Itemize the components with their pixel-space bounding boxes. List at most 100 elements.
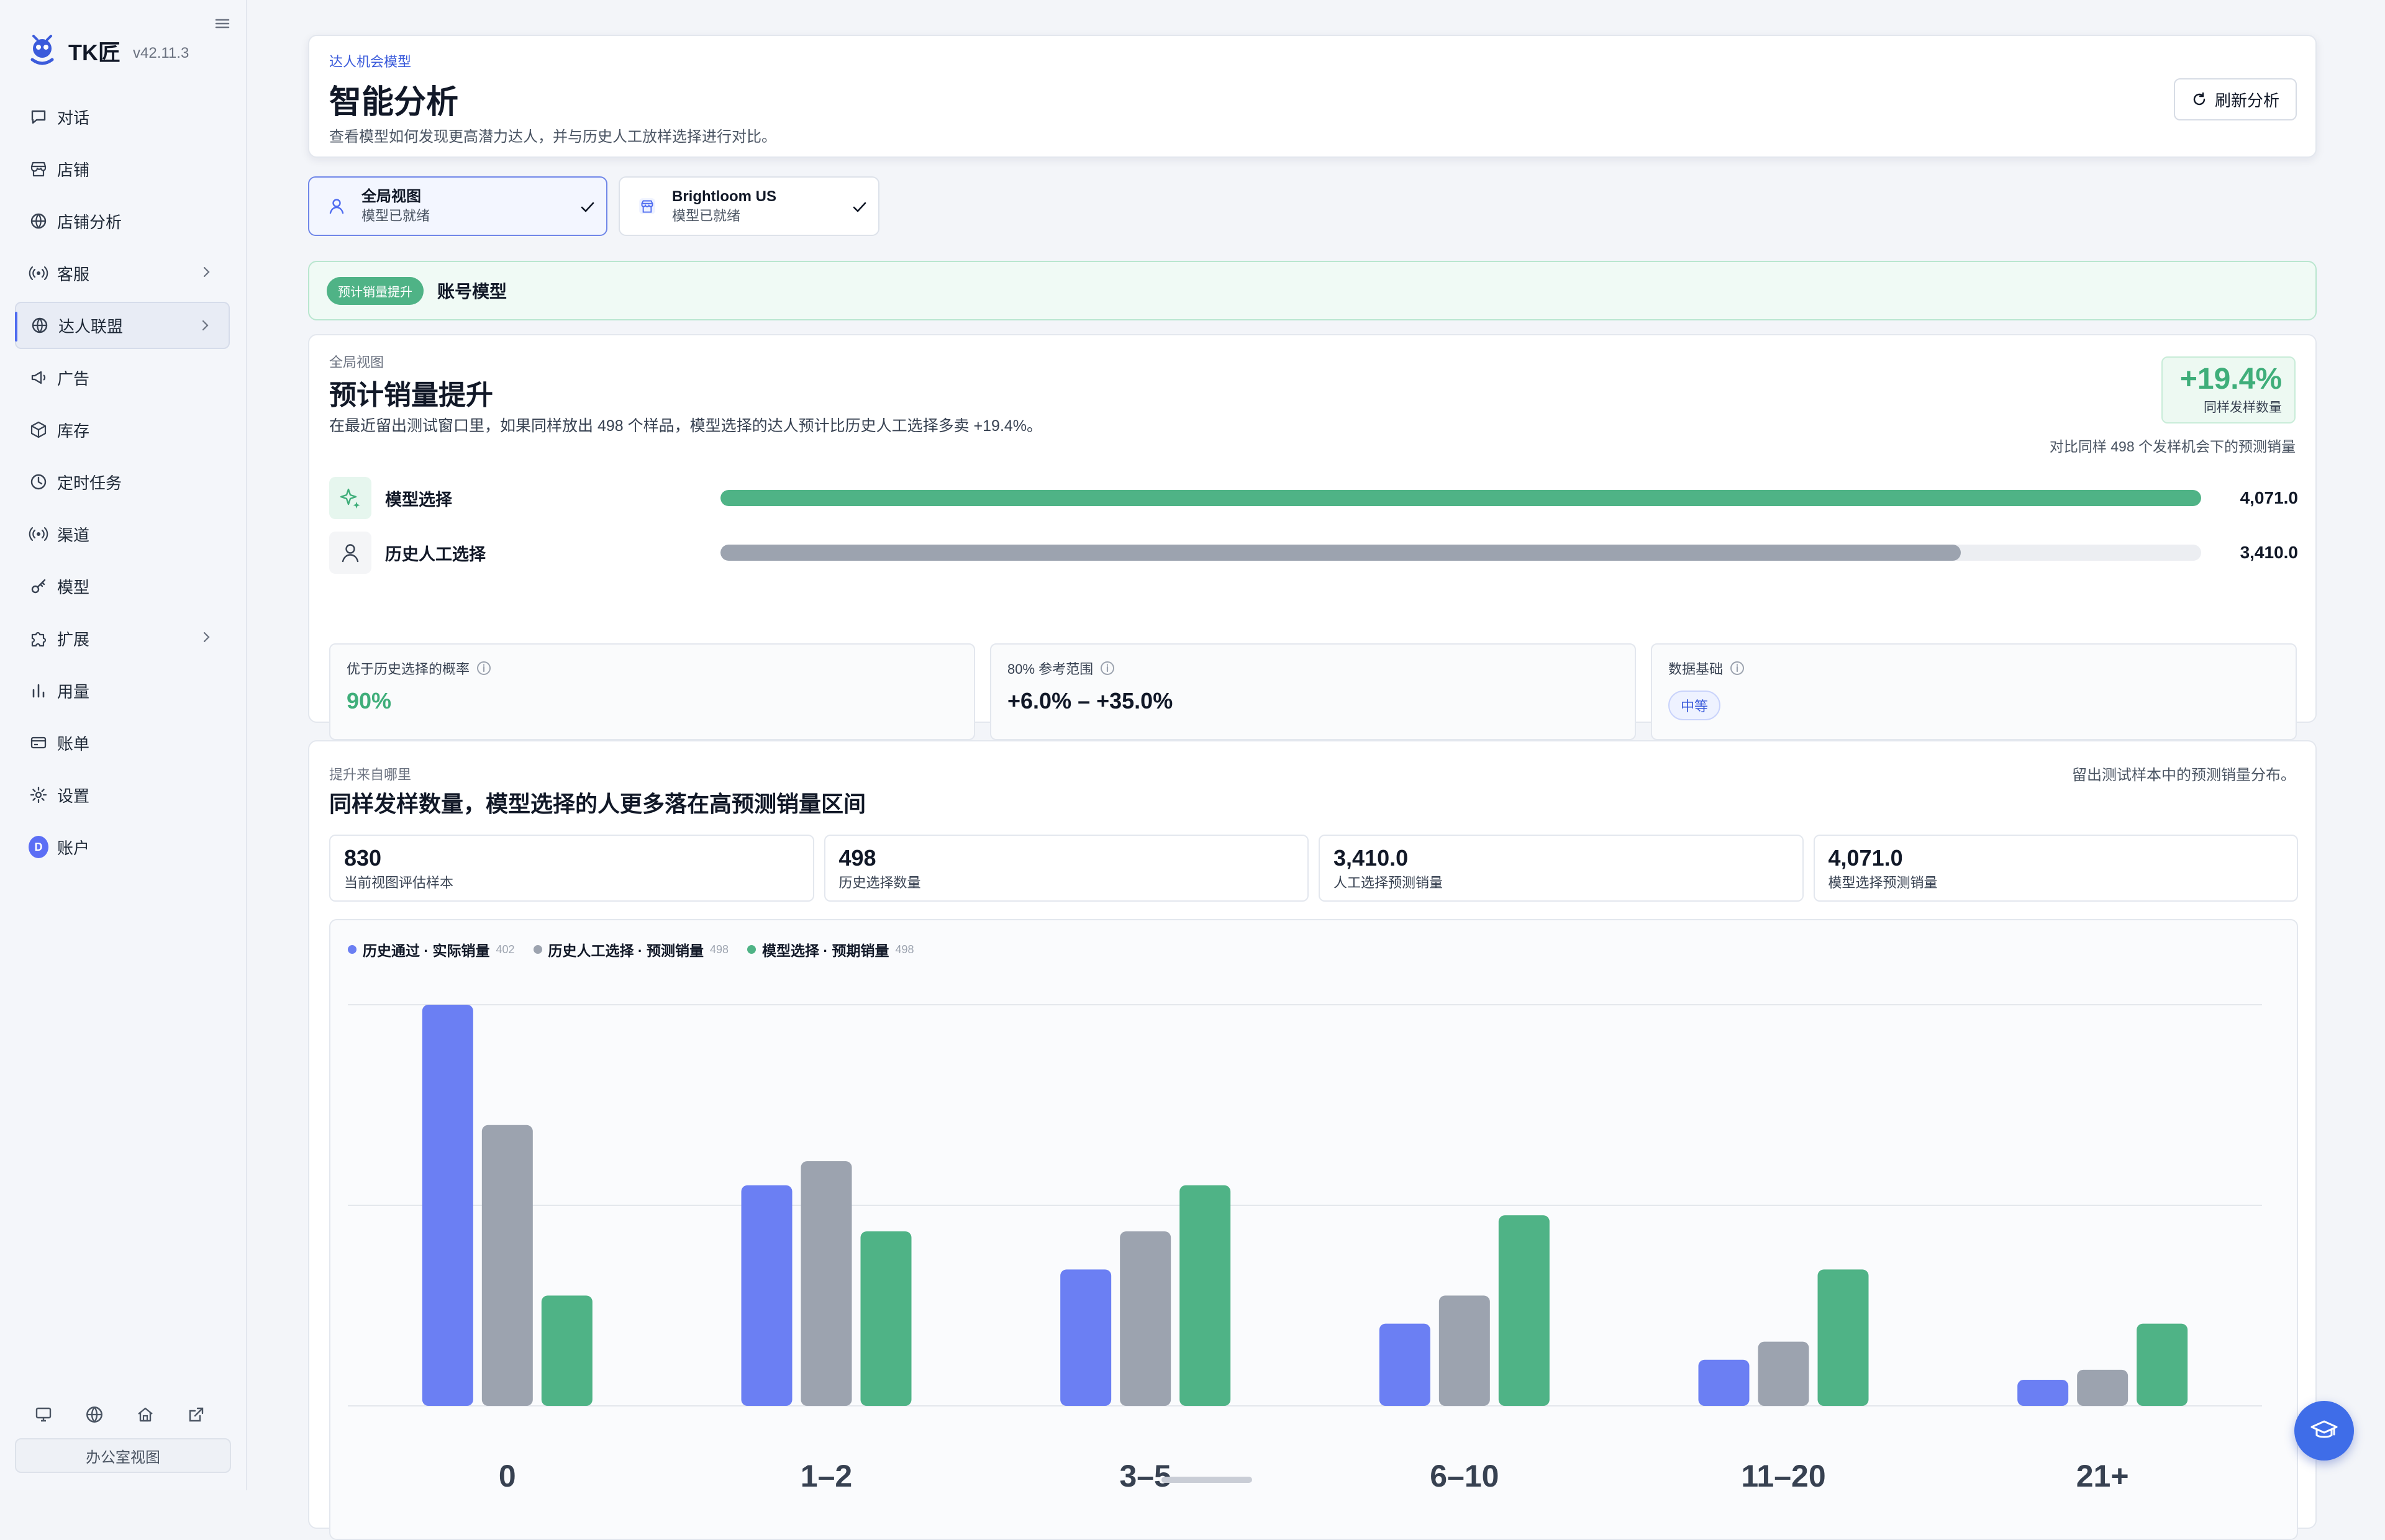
sidebar-item[interactable]: 扩展 [15, 615, 230, 662]
chevron-right-icon [202, 320, 209, 331]
chart-legend: 历史通过 · 实际销量 402 历史人工选择 · 预测销量 498 模型选择 · 预期销… [348, 939, 914, 960]
metric-reference-range: 80% 参考范围 +6.0% – +35.0% [990, 643, 1636, 740]
broadcast-icon [29, 263, 48, 283]
legend-item[interactable]: 历史人工选择 · 预测销量 498 [533, 939, 729, 960]
sidebar-item[interactable]: 设置 [15, 771, 230, 818]
banner-text: 账号模型 [437, 282, 507, 301]
chart-bar[interactable] [741, 1185, 793, 1406]
sidebar-item-label: 广告 [57, 369, 90, 388]
chart-bar[interactable] [1060, 1269, 1112, 1406]
stat-label: 历史选择数量 [838, 875, 921, 890]
gear-icon [29, 785, 48, 805]
home-icon[interactable] [133, 1402, 158, 1427]
sidebar-item[interactable]: 客服 [15, 250, 230, 297]
graduation-cap-icon [2310, 1420, 2338, 1438]
sidebar-item[interactable]: 对话 [15, 93, 230, 140]
model-selection-value: 4,071.0 [2240, 488, 2298, 507]
distribution-title: 同样发样数量，模型选择的人更多落在高预测销量区间 [329, 791, 866, 817]
sidebar-item-label: 用量 [57, 682, 90, 701]
collapse-sidebar-icon[interactable] [212, 14, 232, 34]
stat-value: 498 [838, 845, 876, 871]
bar-chart-icon [29, 681, 48, 700]
scope-status: 模型已就绪 [361, 208, 430, 224]
sidebar-item[interactable]: 模型 [15, 563, 230, 610]
sidebar-item[interactable]: 店铺 [15, 145, 230, 192]
chart-bar[interactable] [2077, 1369, 2128, 1406]
office-view-button[interactable]: 办公室视图 [15, 1438, 231, 1473]
puzzle-icon [29, 628, 48, 648]
card-icon [29, 733, 48, 753]
manual-selection-track [720, 545, 2201, 561]
uplift-eyebrow: 全局视图 [329, 355, 384, 370]
chart-bar[interactable] [1179, 1185, 1231, 1406]
sidebar-nav: 对话店铺店铺分析客服达人联盟广告库存定时任务渠道模型扩展用量账单设置 D 账户 [15, 93, 230, 876]
scope-title: Brightloom US [672, 188, 776, 205]
chart-bar[interactable] [1379, 1323, 1430, 1406]
uplift-description: 在最近留出测试窗口里，如果同样放出 498 个样品，模型选择的达人预计比历史人工… [329, 417, 1043, 435]
chart-bar[interactable] [1758, 1341, 1809, 1406]
chevron-right-icon [203, 632, 210, 643]
distribution-card: 提升来自哪里 同样发样数量，模型选择的人更多落在高预测销量区间 留出测试样本中的… [308, 740, 2317, 1540]
chart-bar[interactable] [1498, 1215, 1550, 1406]
legend-label: 历史人工选择 · 预测销量 [548, 943, 704, 959]
sidebar-item[interactable]: 店铺分析 [15, 197, 230, 245]
chart-bar[interactable] [1438, 1295, 1490, 1406]
uplift-badge: +19.4% 同样发样数量 [2161, 356, 2296, 424]
box-icon [29, 420, 48, 440]
sidebar-item[interactable]: 账单 [15, 719, 230, 766]
chart-bar[interactable] [2017, 1380, 2069, 1406]
brand[interactable]: TK匠 v42.11.3 [25, 32, 189, 70]
sidebar-item[interactable]: 渠道 [15, 510, 230, 558]
legend-swatch [747, 945, 756, 954]
chart-bar[interactable] [860, 1231, 912, 1406]
chart-bar[interactable] [1817, 1269, 1869, 1406]
page-subtitle: 查看模型如何发现更高潜力达人，并与历史人工放样选择进行对比。 [329, 129, 776, 145]
avatar: D [29, 836, 48, 858]
chart-bar[interactable] [1698, 1359, 1750, 1406]
tutorial-button[interactable] [2294, 1401, 2354, 1461]
page-header: 达人机会模型 智能分析 查看模型如何发现更高潜力达人，并与历史人工放样选择进行对… [308, 35, 2317, 158]
manual-selection-label: 历史人工选择 [385, 545, 486, 564]
x-tick-label: 0 [499, 1459, 516, 1493]
sidebar-item[interactable]: 定时任务 [15, 458, 230, 505]
sidebar-item-label: 库存 [57, 421, 90, 440]
x-tick-label: 1–2 [801, 1459, 852, 1493]
uplift-badge-value: +19.4% [2179, 363, 2282, 396]
chart-bar[interactable] [801, 1161, 852, 1406]
globe-icon [29, 211, 48, 231]
sidebar-item[interactable]: 广告 [15, 354, 230, 401]
chart-bar[interactable] [541, 1295, 593, 1406]
legend-item[interactable]: 模型选择 · 预期销量 498 [747, 939, 914, 960]
legend-count: 498 [709, 943, 729, 956]
megaphone-icon [29, 368, 48, 387]
scope-brightloom-us[interactable]: Brightloom US 模型已就绪 [619, 176, 879, 236]
stat-model-sales: 4,071.0 模型选择预测销量 [1813, 835, 2298, 902]
sidebar-item[interactable]: D 账户 [15, 823, 230, 871]
legend-label: 历史通过 · 实际销量 [363, 943, 490, 959]
info-icon[interactable] [1099, 660, 1115, 676]
app-version: v42.11.3 [133, 45, 189, 61]
sidebar-item[interactable]: 库存 [15, 406, 230, 453]
desktop-icon[interactable] [31, 1402, 56, 1427]
stat-value: 4,071.0 [1828, 845, 1903, 871]
chart-bar[interactable] [422, 1005, 473, 1406]
refresh-icon [2193, 92, 2206, 106]
sidebar-item[interactable]: 达人联盟 [15, 302, 230, 349]
refresh-analysis-button[interactable]: 刷新分析 [2173, 78, 2297, 120]
refresh-label: 刷新分析 [2214, 91, 2279, 110]
legend-item[interactable]: 历史通过 · 实际销量 402 [348, 939, 515, 960]
info-icon[interactable] [1729, 660, 1745, 676]
manual-selection-bar [720, 545, 1961, 561]
chart-bar[interactable] [2137, 1323, 2188, 1406]
sidebar-item[interactable]: 用量 [15, 667, 230, 714]
chart-bar[interactable] [1120, 1231, 1171, 1406]
external-link-icon[interactable] [184, 1402, 209, 1427]
language-globe-icon[interactable] [82, 1402, 107, 1427]
info-icon[interactable] [476, 660, 492, 676]
bar-chart: 0 1–2 3–5 6–10 11–20 21+ [348, 1004, 2262, 1493]
scroll-indicator[interactable] [1161, 1477, 1252, 1483]
chart-bar[interactable] [481, 1125, 533, 1406]
scope-global-view[interactable]: 全局视图 模型已就绪 [308, 176, 607, 236]
chevron-right-icon [203, 266, 210, 278]
user-icon [329, 532, 371, 574]
